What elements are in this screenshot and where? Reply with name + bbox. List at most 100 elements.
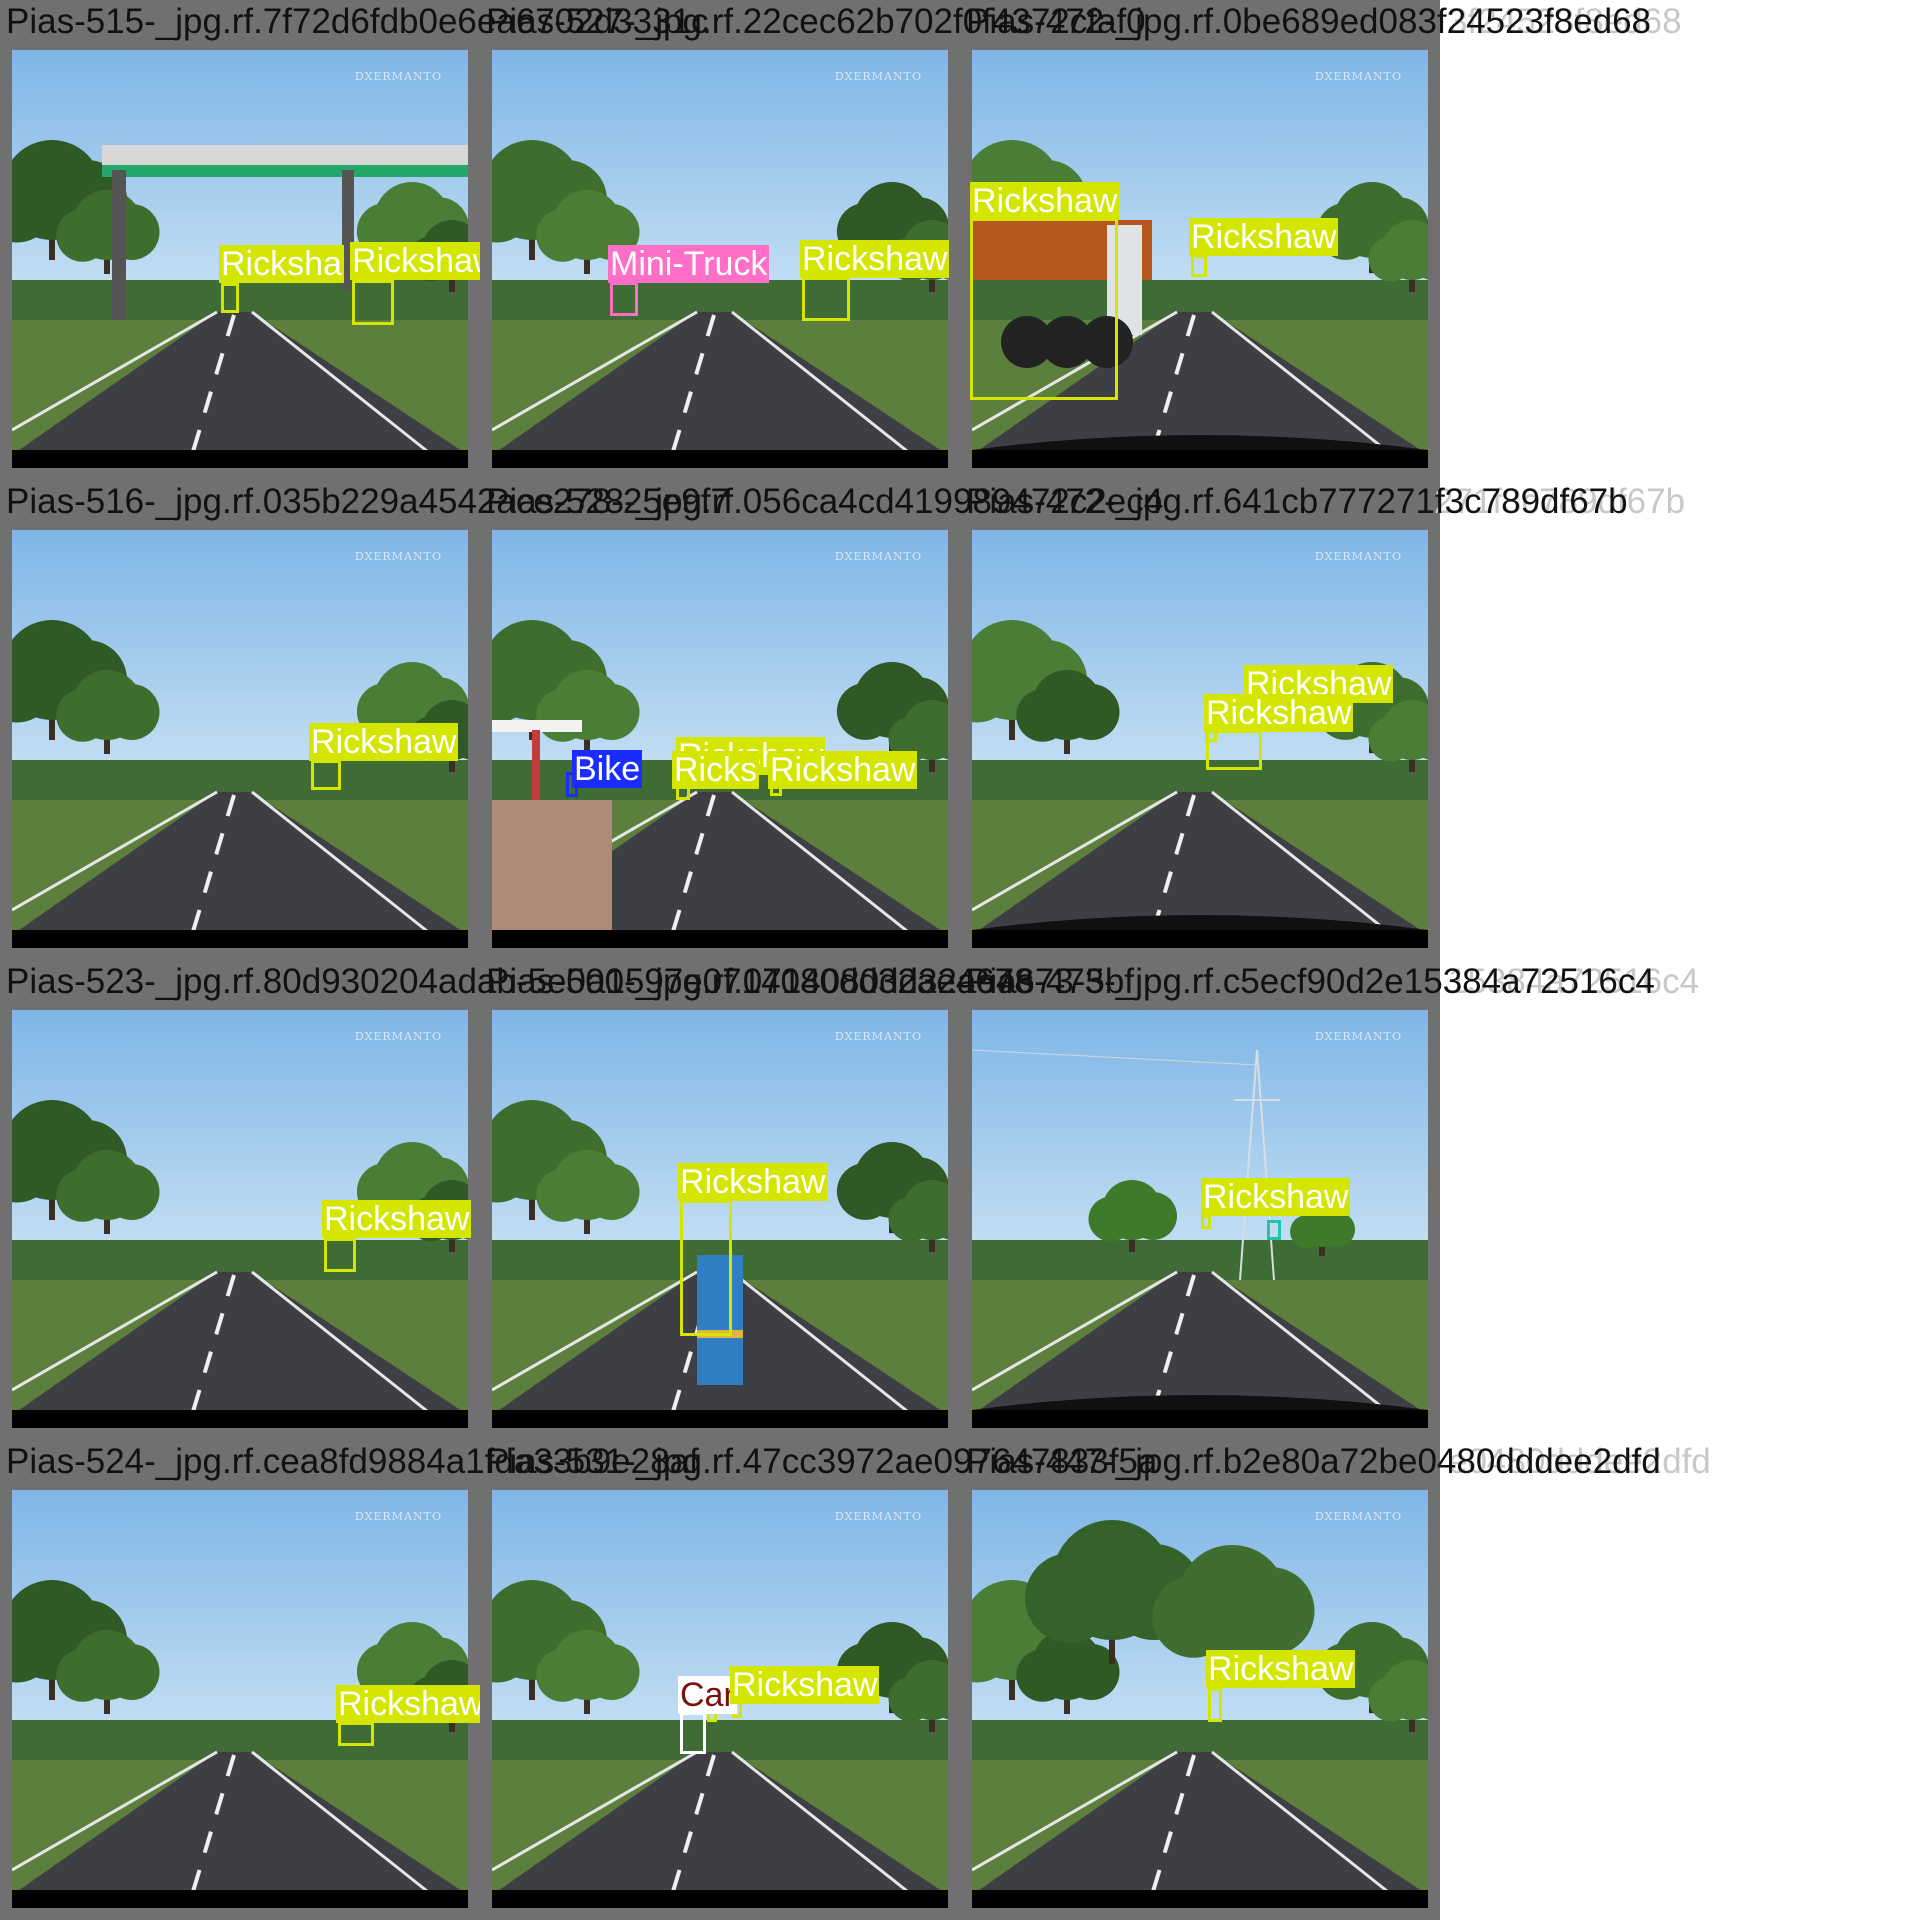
bbox-rickshaw — [970, 218, 1118, 400]
watermark: DXERMANTO — [354, 1510, 442, 1523]
watermark: DXERMANTO — [354, 1030, 442, 1043]
tree-canopy — [56, 209, 109, 262]
bbox-mini-truck — [610, 282, 638, 316]
bbox-rickshaw — [1208, 1688, 1222, 1722]
detection-label: Rickshaw — [309, 723, 459, 761]
bbox-rickshaw — [802, 277, 850, 321]
bridge-rail — [102, 145, 468, 167]
detection-label: Rickshaw — [768, 751, 918, 789]
bbox-rickshaw — [311, 760, 341, 790]
detection-label: Rickshaw — [800, 240, 950, 278]
bbox-rickshaw — [352, 280, 394, 325]
title-overflow: e0480dddee2dfd — [1448, 1442, 1711, 1481]
detection-label: Rickshaw — [336, 1685, 486, 1723]
tree-canopy — [536, 1169, 589, 1222]
bbox-teal — [1267, 1220, 1281, 1240]
letterbox — [492, 1410, 948, 1428]
tile-8: DXERMANTO Rickshaw Pias-500-_jpg.rf.0714… — [480, 960, 1134, 1440]
letterbox — [972, 930, 1428, 948]
tree-canopy — [1025, 1553, 1115, 1643]
tree-canopy — [1088, 1196, 1134, 1242]
tree-canopy — [536, 209, 589, 262]
watermark: DXERMANTO — [834, 550, 922, 563]
sky — [972, 1010, 1428, 1270]
tile-9: DXERMANTO Rickshaw Pias-473-_jpg.rf.c5ec… — [960, 960, 1655, 1440]
mosaic-grid: DXERMANTO Ricksha Rickshaw Pias-515-_jpg… — [0, 0, 1920, 1920]
letterbox — [12, 450, 468, 468]
bbox-rickshaw — [324, 1238, 356, 1272]
scene — [972, 1490, 1428, 1908]
watermark: DXERMANTO — [354, 550, 442, 563]
watermark: DXERMANTO — [1314, 70, 1402, 83]
scene — [972, 530, 1428, 948]
tree-canopy — [888, 1676, 934, 1722]
tile-11: DXERMANTO Car Rickshaw Pias-531-_jpg.rf.… — [480, 1440, 1157, 1920]
watermark: DXERMANTO — [834, 1030, 922, 1043]
letterbox — [972, 450, 1428, 468]
letterbox — [492, 450, 948, 468]
title-overflow: 15384a72516c4 — [1448, 962, 1700, 1001]
bbox-rickshaw — [338, 1722, 374, 1746]
forecourt — [492, 800, 612, 930]
tree-canopy — [1368, 1676, 1414, 1722]
letterbox — [12, 1410, 468, 1428]
bbox-rickshaw — [680, 1200, 732, 1336]
tree-canopy — [1226, 1567, 1315, 1655]
tile-5: DXERMANTO Rickshaw Bike Ricks Rickshaw P… — [480, 480, 1163, 960]
letterbox — [972, 1890, 1428, 1908]
tree-canopy — [1063, 684, 1120, 740]
tree-canopy — [1368, 236, 1414, 282]
tree-canopy — [1290, 1215, 1324, 1249]
tile-7: DXERMANTO Rickshaw Pias-523-_jpg.rf.80d9… — [0, 960, 1034, 1440]
letterbox — [12, 930, 468, 948]
tile-12: DXERMANTO Rickshaw Pias-447-_jpg.rf.b2e8… — [960, 1440, 1661, 1920]
letterbox — [12, 1890, 468, 1908]
detection-label: Rickshaw — [322, 1200, 472, 1238]
bbox-rickshaw — [1201, 1215, 1211, 1229]
tree-canopy — [103, 204, 160, 260]
detection-label: Ricks — [672, 751, 760, 789]
bbox-rickshaw — [1191, 255, 1207, 277]
watermark: DXERMANTO — [1314, 550, 1402, 563]
tree-canopy — [1152, 1575, 1235, 1658]
detection-label: Mini-Truck — [608, 245, 770, 283]
detection-label: Bike — [572, 750, 643, 788]
photo: DXERMANTO — [972, 1010, 1428, 1428]
letterbox — [492, 1890, 948, 1908]
photo: DXERMANTO — [972, 530, 1428, 948]
detection-label: Rickshaw — [1201, 1178, 1351, 1216]
bbox-rickshaw — [221, 283, 239, 313]
tree-canopy — [583, 1164, 640, 1220]
scene — [972, 1010, 1428, 1428]
tree-canopy — [56, 1169, 109, 1222]
detection-label: Rickshaw — [678, 1163, 828, 1201]
letterbox — [972, 1410, 1428, 1428]
detection-label: Rickshaw — [970, 182, 1120, 220]
photo: DXERMANTO — [972, 1490, 1428, 1908]
detection-label: Rickshaw — [350, 242, 500, 280]
tree-canopy — [103, 1164, 160, 1220]
tree-canopy — [1016, 689, 1069, 742]
tree-canopy — [536, 689, 589, 742]
detection-label: Rickshaw — [1206, 1650, 1356, 1688]
tree-canopy — [836, 682, 894, 740]
tree-canopy — [1319, 1211, 1355, 1247]
watermark: DXERMANTO — [1314, 1510, 1402, 1523]
detection-label: Rickshaw — [1189, 218, 1339, 256]
watermark: DXERMANTO — [354, 70, 442, 83]
tile-1: DXERMANTO Ricksha Rickshaw Pias-515-_jpg… — [0, 0, 709, 480]
detection-label: Ricksha — [219, 245, 344, 283]
bridge-pillar — [112, 170, 126, 320]
tile-6: DXERMANTO Rickshaw Rickshaw Pias-472-_jp… — [960, 480, 1628, 960]
station-pillar — [532, 730, 540, 805]
title-overflow: 271f3c789df67b — [1434, 482, 1686, 521]
detection-label: Car — [678, 1676, 737, 1714]
tree-canopy — [103, 684, 160, 740]
detection-label: Rickshaw — [1204, 694, 1354, 732]
tile-3: DXERMANTO Rickshaw Rickshaw Pias-472-_jp… — [960, 0, 1651, 480]
bbox-car — [680, 1712, 706, 1754]
tile-2: DXERMANTO Mini-Truck Rickshaw Pias-527-_… — [480, 0, 1146, 480]
tree-canopy — [583, 1644, 640, 1700]
tree-canopy — [1368, 716, 1414, 762]
tree-canopy — [56, 689, 109, 742]
